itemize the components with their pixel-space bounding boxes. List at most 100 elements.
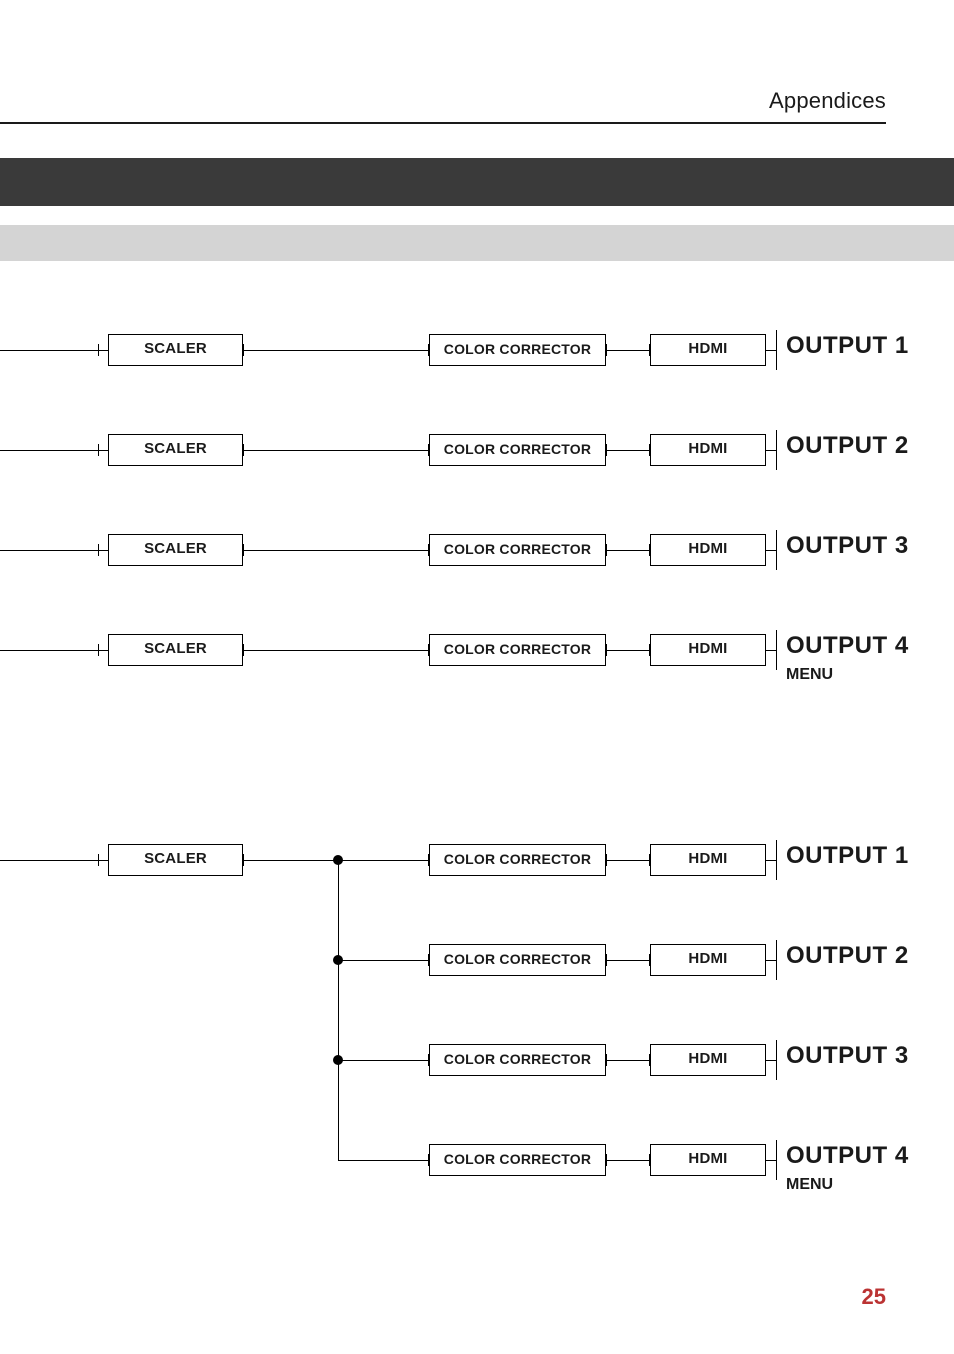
signal-row: COLOR CORRECTOR HDMI OUTPUT 4 MENU xyxy=(0,1130,954,1230)
connector-tick xyxy=(606,644,607,656)
connector-line xyxy=(338,960,429,961)
connector-line xyxy=(766,650,776,651)
connector-line xyxy=(0,450,108,451)
output-label: OUTPUT 4 xyxy=(786,632,909,660)
connector-tick xyxy=(243,344,244,356)
header-area: Appendices xyxy=(0,88,886,124)
header-rule xyxy=(0,122,886,124)
connector-line xyxy=(766,960,776,961)
connector-line xyxy=(606,1060,650,1061)
connector-tick xyxy=(606,444,607,456)
connector-tick xyxy=(243,444,244,456)
output-separator xyxy=(776,940,777,980)
connector-line xyxy=(766,1060,776,1061)
output-label: OUTPUT 1 xyxy=(786,332,909,360)
connector-line xyxy=(606,860,650,861)
connector-line xyxy=(0,860,108,861)
output-label: OUTPUT 3 xyxy=(786,1042,909,1070)
output-separator xyxy=(776,1040,777,1080)
output-label: OUTPUT 2 xyxy=(786,942,909,970)
connector-tick xyxy=(606,954,607,966)
hdmi-box: HDMI xyxy=(650,944,766,976)
output-label: OUTPUT 1 xyxy=(786,842,909,870)
connector-tick xyxy=(606,544,607,556)
page-number: 25 xyxy=(862,1284,886,1310)
signal-row: SCALER COLOR CORRECTOR HDMI OUTPUT 1 xyxy=(0,320,954,420)
connector-line xyxy=(0,350,108,351)
color-corrector-box: COLOR CORRECTOR xyxy=(429,844,606,876)
hdmi-box: HDMI xyxy=(650,634,766,666)
color-corrector-box: COLOR CORRECTOR xyxy=(429,534,606,566)
hdmi-box: HDMI xyxy=(650,434,766,466)
signal-row: COLOR CORRECTOR HDMI OUTPUT 2 xyxy=(0,930,954,1030)
connector-tick xyxy=(98,544,99,556)
connector-line xyxy=(766,350,776,351)
section-label: Appendices xyxy=(0,88,886,114)
connector-line xyxy=(243,650,429,651)
connector-tick xyxy=(606,344,607,356)
hdmi-box: HDMI xyxy=(650,534,766,566)
page: Appendices SCALER COLOR CORRECTOR HDMI O… xyxy=(0,0,954,1354)
connector-tick xyxy=(606,1054,607,1066)
diagram-shared-scaler: SCALER COLOR CORRECTOR HDMI OUTPUT 1 COL… xyxy=(0,830,954,1230)
connector-tick xyxy=(606,854,607,866)
connector-line xyxy=(243,550,429,551)
connector-line xyxy=(766,860,776,861)
connector-line xyxy=(606,550,650,551)
color-corrector-box: COLOR CORRECTOR xyxy=(429,634,606,666)
connector-line xyxy=(338,860,429,861)
hdmi-box: HDMI xyxy=(650,1144,766,1176)
output-separator xyxy=(776,840,777,880)
hdmi-box: HDMI xyxy=(650,844,766,876)
menu-label: MENU xyxy=(786,666,833,684)
output-label: OUTPUT 4 xyxy=(786,1142,909,1170)
connector-tick xyxy=(98,344,99,356)
connector-line xyxy=(606,350,650,351)
output-separator xyxy=(776,530,777,570)
menu-label: MENU xyxy=(786,1176,833,1194)
signal-row: COLOR CORRECTOR HDMI OUTPUT 3 xyxy=(0,1030,954,1130)
light-band xyxy=(0,225,954,261)
output-label: OUTPUT 3 xyxy=(786,532,909,560)
connector-line xyxy=(606,1160,650,1161)
color-corrector-box: COLOR CORRECTOR xyxy=(429,334,606,366)
connector-tick xyxy=(243,544,244,556)
output-separator xyxy=(776,330,777,370)
signal-row: SCALER COLOR CORRECTOR HDMI OUTPUT 3 xyxy=(0,520,954,620)
scaler-box: SCALER xyxy=(108,434,243,466)
connector-tick xyxy=(98,644,99,656)
scaler-box: SCALER xyxy=(108,534,243,566)
color-corrector-box: COLOR CORRECTOR xyxy=(429,1044,606,1076)
output-separator xyxy=(776,430,777,470)
color-corrector-box: COLOR CORRECTOR xyxy=(429,434,606,466)
output-separator xyxy=(776,630,777,670)
hdmi-box: HDMI xyxy=(650,334,766,366)
connector-line xyxy=(606,650,650,651)
color-corrector-box: COLOR CORRECTOR xyxy=(429,944,606,976)
connector-line xyxy=(606,450,650,451)
connector-line xyxy=(0,650,108,651)
connector-tick xyxy=(243,644,244,656)
scaler-box: SCALER xyxy=(108,634,243,666)
color-corrector-box: COLOR CORRECTOR xyxy=(429,1144,606,1176)
hdmi-box: HDMI xyxy=(650,1044,766,1076)
connector-tick xyxy=(243,854,244,866)
connector-line xyxy=(243,450,429,451)
connector-line xyxy=(766,1160,776,1161)
signal-row: SCALER COLOR CORRECTOR HDMI OUTPUT 1 xyxy=(0,830,954,930)
connector-line xyxy=(766,450,776,451)
connector-line xyxy=(338,1060,429,1061)
output-separator xyxy=(776,1140,777,1180)
connector-tick xyxy=(98,854,99,866)
connector-line xyxy=(243,860,338,861)
connector-line xyxy=(243,350,429,351)
output-label: OUTPUT 2 xyxy=(786,432,909,460)
connector-tick xyxy=(98,444,99,456)
diagram-independent-outputs: SCALER COLOR CORRECTOR HDMI OUTPUT 1 SCA… xyxy=(0,320,954,720)
connector-line xyxy=(606,960,650,961)
scaler-box: SCALER xyxy=(108,844,243,876)
scaler-box: SCALER xyxy=(108,334,243,366)
connector-line xyxy=(0,550,108,551)
signal-row: SCALER COLOR CORRECTOR HDMI OUTPUT 2 xyxy=(0,420,954,520)
dark-band xyxy=(0,158,954,206)
